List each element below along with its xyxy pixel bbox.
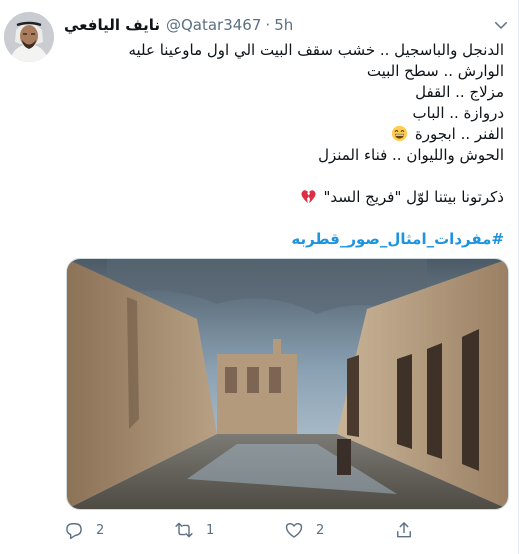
retweet-icon [175,522,193,538]
timestamp[interactable]: 5h [274,16,293,34]
tweet-line: الوارش .. سطح البيت [366,62,504,80]
reply-count: 2 [96,522,105,538]
reply-icon [66,523,82,540]
tweet-photo[interactable] [66,258,509,510]
heart-icon [285,523,303,538]
tweet-actions: 2 1 2 [64,515,504,545]
retweet-count: 1 [206,522,215,538]
like-button[interactable]: 2 [284,520,394,540]
like-count: 2 [316,522,325,538]
separator-dot: · [265,16,271,34]
reply-button[interactable]: 2 [64,520,174,540]
retweet-button[interactable]: 1 [174,520,284,540]
tweet-line: الحوش والليوان .. فناء المنزل [318,146,504,164]
share-icon [397,522,411,538]
share-button[interactable] [394,520,504,540]
avatar[interactable] [4,12,54,62]
hashtag-link[interactable]: #مفردات_امثال_صور_قطربه [64,229,504,250]
author-handle[interactable]: @Qatar3467 [166,16,261,34]
tweet-line-memory: ذكرتونا بيتنا لوّل "فريج السد" [64,187,504,208]
broken-heart-emoji-icon [301,190,316,204]
tweet-card[interactable]: نايف اليافعي @Qatar3467 · 5h الدنجل والب… [0,0,519,554]
author-name[interactable]: نايف اليافعي [64,16,160,34]
grinning-face-emoji-icon [391,125,408,142]
tweet-line-lantern: الفنر .. ابجورة [64,124,504,145]
tweet-text: الدنجل والباسجيل .. خشب سقف البيت الي او… [64,40,504,250]
tweet-line: دروازة .. الباب [412,104,504,122]
tweet-line-text: ذكرتونا بيتنا لوّل "فريج السد" [323,188,504,206]
tweet-line: الدنجل والباسجيل .. خشب سقف البيت الي او… [128,41,504,59]
chevron-down-icon[interactable] [492,16,510,34]
tweet-header: نايف اليافعي @Qatar3467 · 5h [64,14,293,36]
tweet-line-text: الفنر .. ابجورة [414,125,504,143]
tweet-line: مزلاج .. القفل [415,83,504,101]
